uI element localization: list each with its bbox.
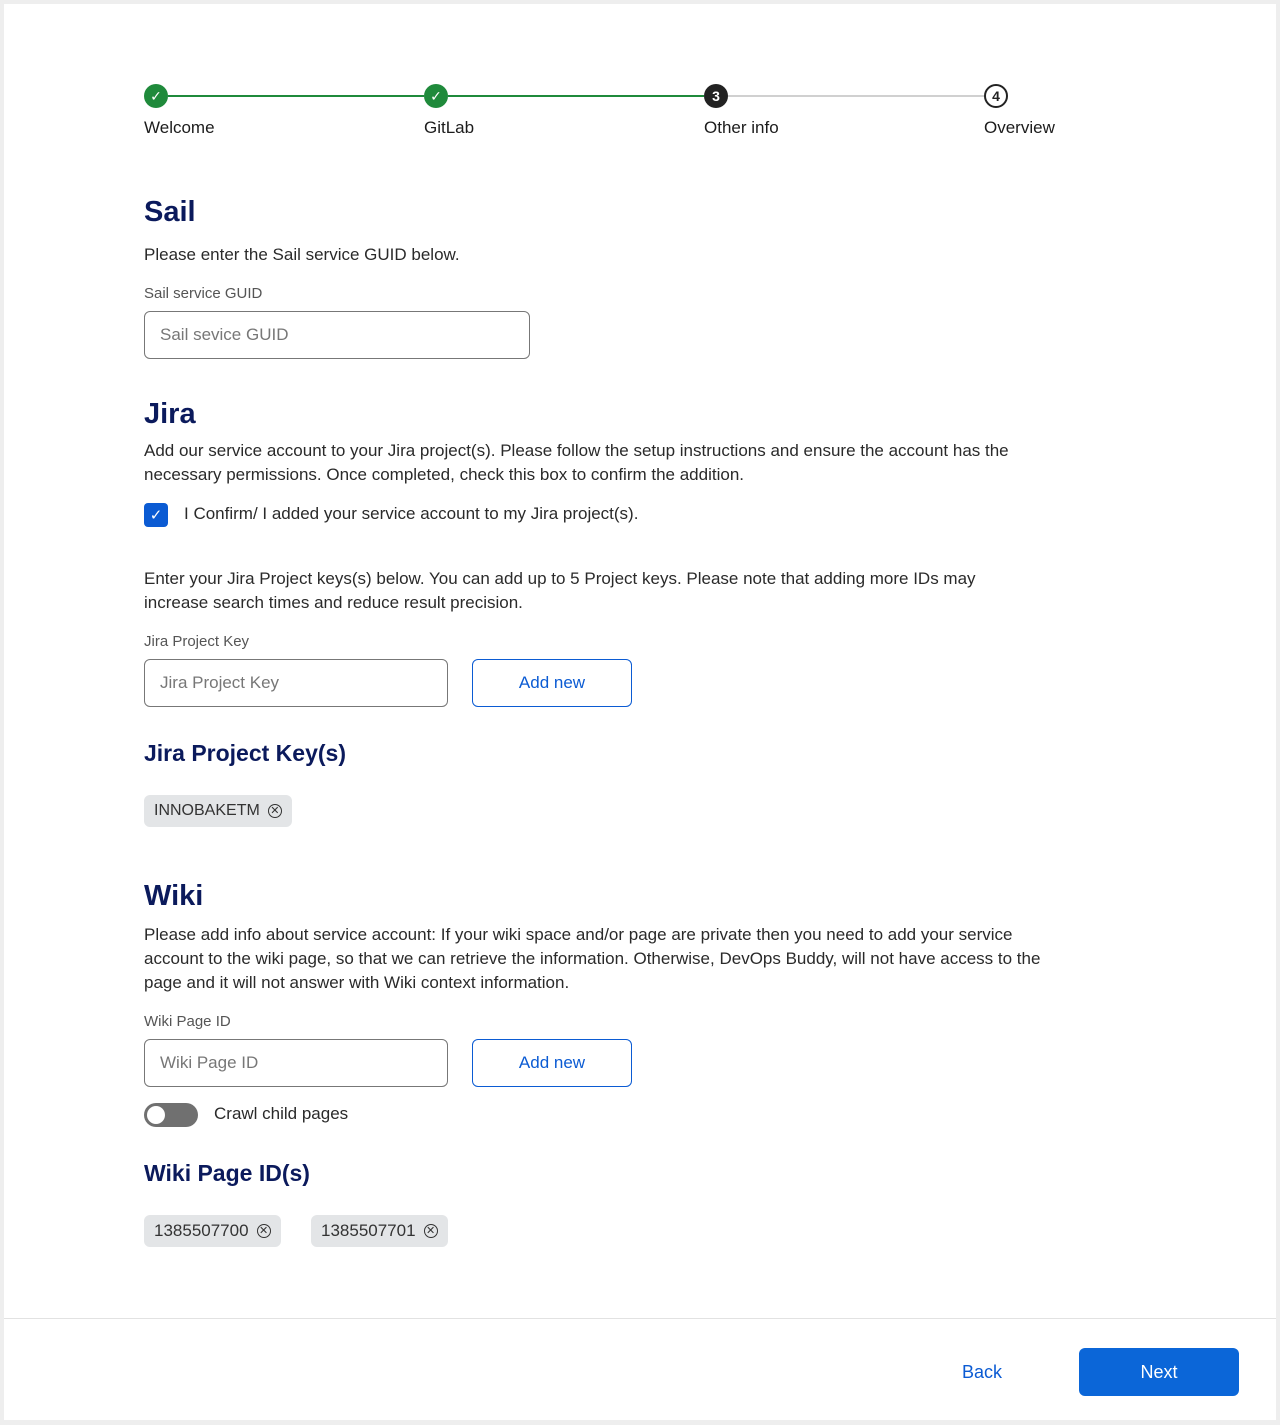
close-circle-icon[interactable]: ✕ xyxy=(423,1224,438,1238)
wiki-id-chip: 1385507701 ✕ xyxy=(311,1215,448,1247)
footer-divider xyxy=(4,1318,1276,1319)
crawl-child-pages-toggle[interactable] xyxy=(144,1103,198,1127)
jira-description: Add our service account to your Jira pro… xyxy=(144,441,1009,484)
crawl-child-pages-label: Crawl child pages xyxy=(214,1104,349,1123)
chip-label: INNOBAKETM xyxy=(154,802,260,819)
jira-key-label: Jira Project Key xyxy=(144,633,250,650)
stepper-line-3 xyxy=(728,95,984,97)
jira-confirm-checkbox[interactable]: ✓ xyxy=(144,503,168,527)
step-label: GitLab xyxy=(424,118,475,137)
wiki-page-id-input[interactable] xyxy=(144,1039,448,1087)
check-icon: ✓ xyxy=(144,84,168,108)
close-circle-icon[interactable]: ✕ xyxy=(267,804,282,818)
jira-section-title: Jira xyxy=(144,398,196,430)
jira-key-chip: INNOBAKETM ✕ xyxy=(144,795,292,827)
jira-keys-list-title: Jira Project Key(s) xyxy=(144,740,346,766)
step-label: Other info xyxy=(704,118,779,137)
wiki-description: Please add info about service account: I… xyxy=(144,925,1041,992)
back-button[interactable]: Back xyxy=(942,1348,1022,1396)
sail-guid-input[interactable] xyxy=(144,311,530,359)
sail-guid-label: Sail service GUID xyxy=(144,285,263,302)
sail-section-title: Sail xyxy=(144,196,196,228)
toggle-knob xyxy=(147,1106,165,1124)
step-number-badge: 4 xyxy=(984,84,1008,108)
step-label: Welcome xyxy=(144,118,215,137)
jira-key-input[interactable] xyxy=(144,659,448,707)
jira-add-new-button[interactable]: Add new xyxy=(472,659,632,707)
wiki-page-id-label: Wiki Page ID xyxy=(144,1013,231,1030)
wiki-section-title: Wiki xyxy=(144,880,204,912)
check-icon: ✓ xyxy=(149,507,163,524)
next-button[interactable]: Next xyxy=(1079,1348,1239,1396)
chip-label: 1385507701 xyxy=(321,1221,416,1240)
step-number-badge: 3 xyxy=(704,84,728,108)
wiki-id-chip: 1385507700 ✕ xyxy=(144,1215,281,1247)
wiki-add-new-button[interactable]: Add new xyxy=(472,1039,632,1087)
chip-label: 1385507700 xyxy=(154,1221,249,1240)
step-label: Overview xyxy=(984,118,1055,137)
close-circle-icon[interactable]: ✕ xyxy=(256,1224,271,1238)
progress-stepper: ✓ Welcome ✓ GitLab 3 Other info 4 Overvi… xyxy=(140,84,1140,144)
jira-keys-description: Enter your Jira Project keys(s) below. Y… xyxy=(144,569,976,612)
stepper-line-2 xyxy=(448,95,704,97)
wiki-ids-list-title: Wiki Page ID(s) xyxy=(144,1160,310,1186)
stepper-line-1 xyxy=(168,95,424,97)
check-icon: ✓ xyxy=(424,84,448,108)
jira-confirm-label: I Confirm/ I added your service account … xyxy=(184,504,639,523)
sail-description: Please enter the Sail service GUID below… xyxy=(144,245,460,264)
